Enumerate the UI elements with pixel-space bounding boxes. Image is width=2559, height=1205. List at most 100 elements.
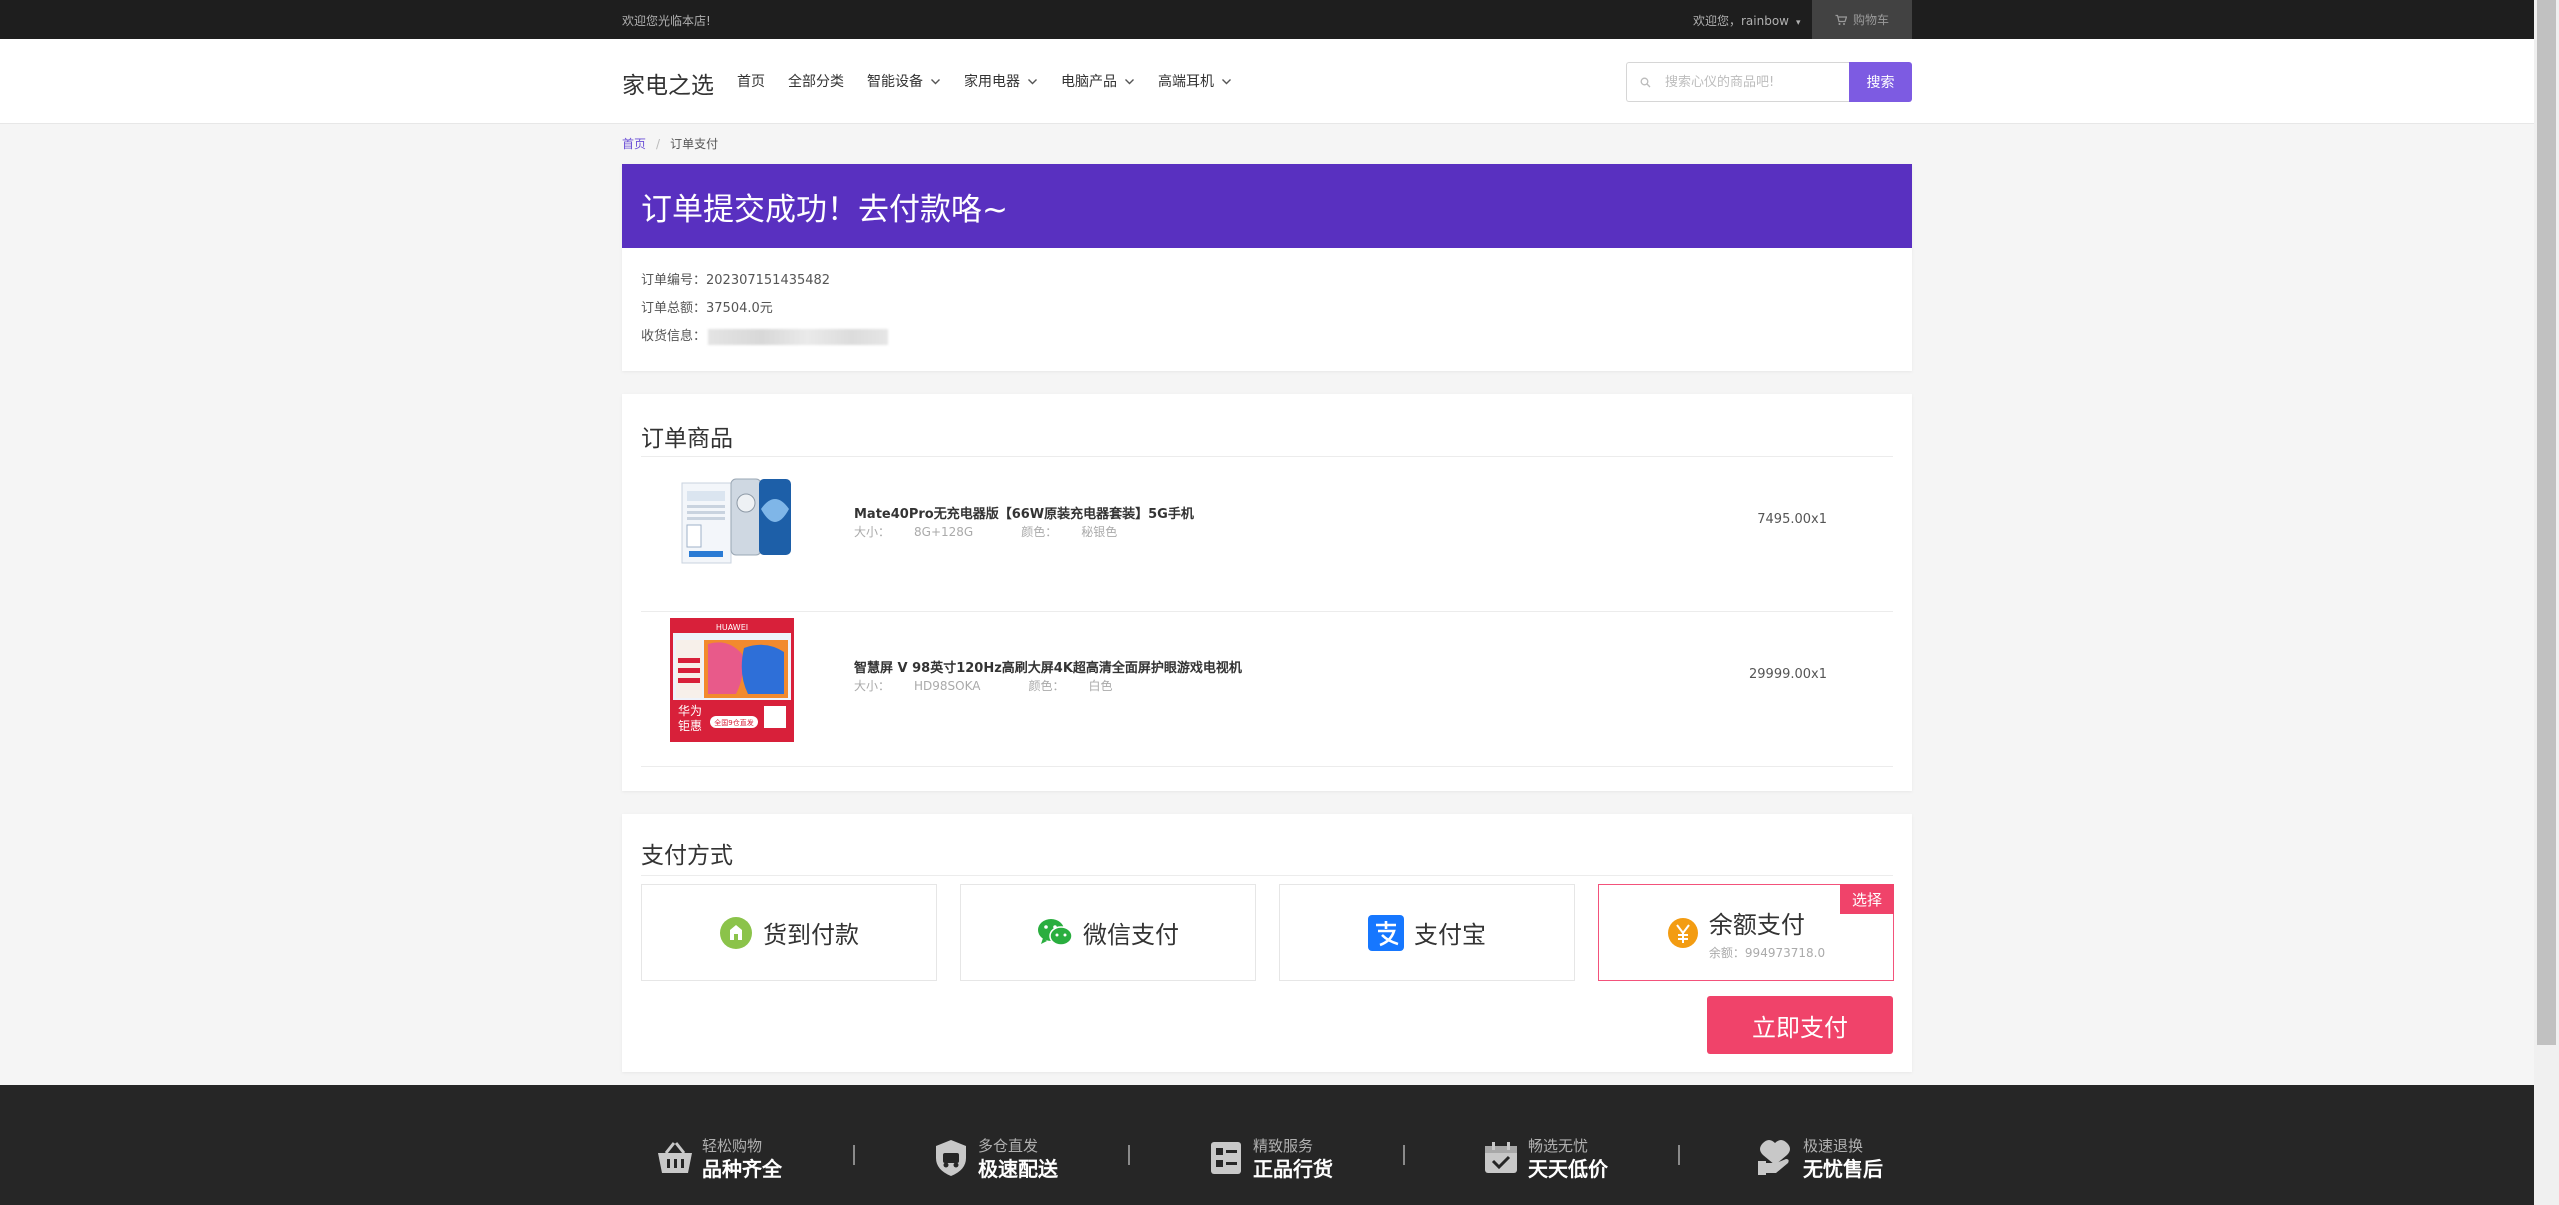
nav-item-home[interactable]: 首页 bbox=[737, 71, 765, 91]
search-input[interactable] bbox=[1665, 63, 1845, 101]
footer-feature: 多仓直发 极速配送 bbox=[930, 1135, 1058, 1181]
search-button[interactable]: 搜索 bbox=[1849, 62, 1912, 102]
cart-button[interactable]: 购物车 bbox=[1812, 0, 1912, 39]
feature-line1: 轻松购物 bbox=[702, 1137, 763, 1155]
feature-line2: 正品行货 bbox=[1253, 1157, 1333, 1181]
address-redacted bbox=[708, 329, 889, 345]
feature-line1: 精致服务 bbox=[1253, 1137, 1314, 1155]
feature-line1: 畅选无忧 bbox=[1528, 1137, 1589, 1155]
cart-icon bbox=[1835, 14, 1847, 25]
chevron-down-icon bbox=[931, 78, 940, 84]
pay-option-balance[interactable]: 余额支付 余额：994973718.0 选择 bbox=[1598, 884, 1894, 981]
product-image-promo: 华为 bbox=[678, 704, 702, 718]
page-scrollbar[interactable] bbox=[2534, 0, 2559, 1205]
scrollbar-thumb[interactable] bbox=[2537, 0, 2556, 1045]
footer: 轻松购物品种齐全 多仓直发 极速配送 精致服务正品行货 畅选无忧天天低价 极速退换… bbox=[0, 1085, 2534, 1205]
spec-size: 大小： 8G+128G bbox=[854, 525, 997, 539]
footer-separator bbox=[1403, 1145, 1405, 1165]
selected-tag: 选择 bbox=[1840, 884, 1894, 914]
feature-text: 轻松购物 品种齐全 bbox=[702, 1135, 782, 1181]
product-image-caption: 全国9仓直发 bbox=[714, 718, 753, 727]
feature-text: 精致服务 正品行货 bbox=[1253, 1135, 1333, 1181]
phone-product-image[interactable] bbox=[667, 469, 797, 597]
header: 家电之选 首页 全部分类 智能设备 家用电器 电脑产品 高端耳机 搜索 bbox=[0, 39, 2534, 124]
breadcrumb: 首页 / 订单支付 bbox=[622, 135, 718, 152]
balance-text: 余额：994973718.0 bbox=[1709, 944, 1825, 961]
nav-label: 高端耳机 bbox=[1158, 74, 1214, 90]
footer-separator bbox=[853, 1145, 855, 1165]
nav-label: 家用电器 bbox=[964, 74, 1020, 90]
product-spec: 大小： 8G+128G 颜色： 秘银色 bbox=[854, 523, 1165, 540]
product-spec: 大小： HD98SOKA 颜色： 白色 bbox=[854, 677, 1161, 694]
spec-value: 秘银色 bbox=[1081, 525, 1118, 539]
product-name[interactable]: Mate40Pro无充电器版【66W原装充电器套装】5G手机 bbox=[854, 503, 1194, 522]
product-name[interactable]: 智慧屏 V 98英寸120Hz高刷大屏4K超高清全面屏护眼游戏电视机 bbox=[854, 657, 1242, 676]
nav-item-smart-devices[interactable]: 智能设备 bbox=[867, 71, 941, 91]
pay-option-alipay[interactable]: 支付宝 bbox=[1279, 884, 1575, 981]
nav-label: 电脑产品 bbox=[1061, 74, 1117, 90]
product-row: Mate40Pro无充电器版【66W原装充电器套装】5G手机 大小： 8G+128… bbox=[641, 457, 1893, 612]
shopping-basket-icon bbox=[658, 1142, 692, 1173]
payment-title: 支付方式 bbox=[641, 843, 733, 869]
spec-color: 颜色： 秘银色 bbox=[1021, 525, 1141, 539]
top-bar: 欢迎您光临本店! 欢迎您，rainbow ▾ 购物车 bbox=[0, 0, 2534, 39]
product-row: HUAWEI 华为 钜惠 全国9仓直发 智慧屏 V 98英寸120Hz高刷大屏4… bbox=[641, 612, 1893, 767]
cart-label: 购物车 bbox=[1852, 13, 1889, 27]
order-products-card: 订单商品 Mate40Pro无充电器版【66W原装充电器套装】5G手机 大小： 8… bbox=[622, 394, 1912, 791]
feature-line2: 极速配送 bbox=[978, 1157, 1058, 1181]
search-box bbox=[1626, 62, 1849, 102]
products-title: 订单商品 bbox=[641, 426, 733, 452]
pay-option-label: 微信支付 bbox=[1083, 921, 1179, 949]
order-number-label: 订单编号： bbox=[641, 273, 707, 288]
nav-item-headphones[interactable]: 高端耳机 bbox=[1158, 71, 1232, 91]
nav-label: 全部分类 bbox=[788, 74, 844, 90]
yen-coin-icon bbox=[1667, 917, 1698, 948]
site-logo[interactable]: 家电之选 bbox=[622, 66, 714, 100]
footer-feature: 精致服务 正品行货 bbox=[1205, 1135, 1333, 1181]
spec-color: 颜色： 白色 bbox=[1028, 679, 1136, 693]
order-success-panel: 订单提交成功！去付款咯~ 订单编号： 202307151435482 订单总额： 3… bbox=[622, 164, 1912, 371]
breadcrumb-current: 订单支付 bbox=[670, 137, 719, 151]
delivery-shield-icon bbox=[936, 1140, 966, 1176]
breadcrumb-home[interactable]: 首页 bbox=[622, 135, 646, 152]
chevron-down-icon bbox=[1028, 78, 1037, 84]
user-menu[interactable]: 欢迎您，rainbow ▾ bbox=[1693, 12, 1801, 29]
tv-product-image[interactable]: HUAWEI 华为 钜惠 全国9仓直发 bbox=[670, 618, 794, 742]
product-image-promo: 钜惠 bbox=[678, 719, 702, 733]
alipay-icon bbox=[1368, 914, 1404, 951]
footer-separator bbox=[1678, 1145, 1680, 1165]
feature-text: 极速退换 无忧售后 bbox=[1803, 1135, 1883, 1181]
address-label: 收货信息： bbox=[641, 329, 707, 344]
pay-option-cod[interactable]: 货到付款 bbox=[641, 884, 937, 981]
order-total: 37504.0元 bbox=[706, 301, 773, 316]
nav-label: 首页 bbox=[737, 74, 765, 90]
pay-option-label: 余额支付 bbox=[1708, 910, 1805, 939]
success-banner: 订单提交成功！去付款咯~ bbox=[622, 164, 1912, 248]
spec-label: 大小： bbox=[854, 525, 891, 539]
feature-line2: 无忧售后 bbox=[1803, 1157, 1883, 1181]
spec-label: 大小： bbox=[854, 679, 891, 693]
nav-item-all-categories[interactable]: 全部分类 bbox=[788, 71, 844, 91]
feature-line2: 品种齐全 bbox=[702, 1157, 782, 1181]
feature-text: 畅选无忧 天天低价 bbox=[1528, 1135, 1608, 1181]
pay-now-button[interactable]: 立即支付 bbox=[1707, 996, 1893, 1054]
balance-label: 余额： bbox=[1708, 945, 1745, 960]
feature-line2: 天天低价 bbox=[1528, 1157, 1608, 1181]
address-row: 收货信息： bbox=[641, 329, 1912, 357]
pay-option-wechat[interactable]: 微信支付 bbox=[960, 884, 1256, 981]
pay-option-label: 货到付款 bbox=[763, 921, 859, 949]
feature-line1: 极速退换 bbox=[1803, 1137, 1864, 1155]
spec-label: 颜色： bbox=[1028, 679, 1065, 693]
nav-label: 智能设备 bbox=[867, 74, 923, 90]
footer-feature: 轻松购物 品种齐全 bbox=[654, 1135, 782, 1181]
balance-value: 994973718.0 bbox=[1744, 945, 1826, 960]
main-nav: 首页 全部分类 智能设备 家用电器 电脑产品 高端耳机 bbox=[737, 71, 1255, 91]
welcome-text: 欢迎您光临本店! bbox=[622, 14, 711, 28]
nav-item-computers[interactable]: 电脑产品 bbox=[1061, 71, 1135, 91]
wechat-icon bbox=[1038, 918, 1073, 946]
caret-down-icon: ▾ bbox=[1796, 18, 1801, 28]
order-number: 202307151435482 bbox=[706, 273, 831, 288]
payment-card: 支付方式 货到付款 微信支付 支付宝 余额支付 余额：994973718.0 选… bbox=[622, 814, 1912, 1072]
nav-item-home-appliances[interactable]: 家用电器 bbox=[964, 71, 1038, 91]
order-total-label: 订单总额： bbox=[641, 301, 707, 316]
